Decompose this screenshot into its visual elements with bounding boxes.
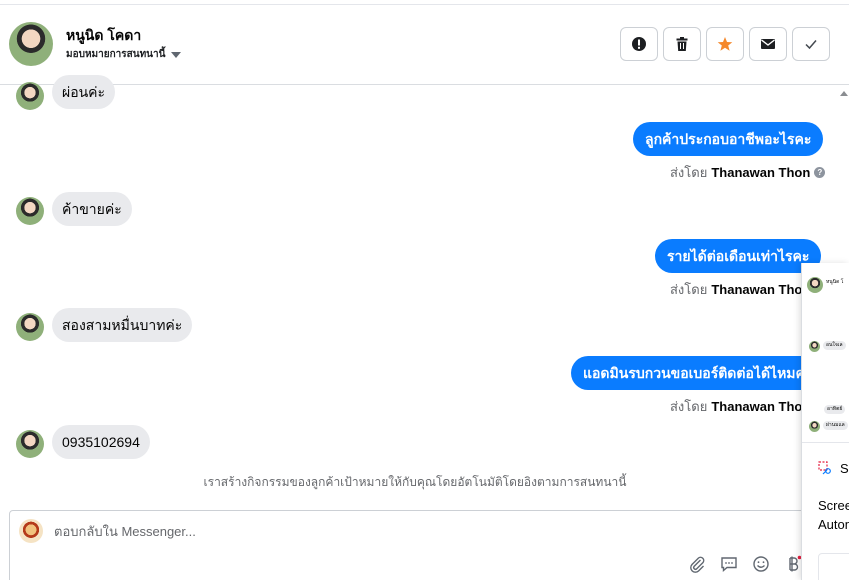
sent-by-label: ส่งโดย Thanawan Thon ? xyxy=(670,162,826,183)
scrollbar[interactable] xyxy=(837,85,849,265)
thumbnail-avatar xyxy=(809,421,820,432)
thumbnail-message: อาทิตย์ xyxy=(824,405,846,414)
sender-name: Thanawan Thon xyxy=(711,282,811,297)
side-preview-panel[interactable]: หนูนิด โ อนใจเล อาทิตย์ ผ่านมแล Sc Scree… xyxy=(801,263,849,580)
snipping-tool-icon xyxy=(818,461,831,475)
baht-icon xyxy=(789,555,802,572)
mark-done-button[interactable] xyxy=(792,27,830,61)
star-icon xyxy=(717,37,733,51)
sender-name: Thanawan Thon xyxy=(711,399,811,414)
contact-message-avatar xyxy=(16,430,44,458)
auto-activity-note: เราสร้างกิจกรรมของลูกค้าเป้าหมายให้กับคุ… xyxy=(203,475,627,489)
sent-by-prefix: ส่งโดย xyxy=(670,165,708,180)
header-actions xyxy=(620,27,830,61)
help-icon[interactable]: ? xyxy=(814,167,826,178)
sent-by-prefix: ส่งโดย xyxy=(670,399,708,414)
incoming-message[interactable]: ผ่อนค่ะ xyxy=(52,75,116,109)
notification-title: Sc xyxy=(840,461,849,476)
alert-circle-icon xyxy=(632,37,646,51)
sender-name: Thanawan Thon xyxy=(711,165,811,180)
caret-down-icon xyxy=(171,51,182,58)
thumbnail-avatar xyxy=(807,277,823,293)
composer-tools xyxy=(686,553,804,575)
emoji-button[interactable] xyxy=(750,553,772,575)
check-icon xyxy=(805,40,817,50)
notification-line: Autom xyxy=(818,517,849,532)
contact-name[interactable]: หนูนิด โคดา xyxy=(66,25,141,47)
smiley-icon xyxy=(753,556,769,572)
conversation-header: หนูนิด โคดา มอบหมายการสนทนานี้ xyxy=(0,5,849,85)
reply-input[interactable] xyxy=(54,524,654,539)
messenger-conversation-page: หนูนิด โคดา มอบหมายการสนทนานี้ ผ่อนค่ะ ล… xyxy=(0,0,849,580)
assign-label: มอบหมายการสนทนานี้ xyxy=(66,49,166,60)
incoming-message[interactable]: 0935102694 xyxy=(52,425,150,459)
outgoing-message[interactable]: รายได้ต่อเดือนเท่าไรคะ xyxy=(655,239,822,273)
paperclip-icon xyxy=(690,556,705,573)
incoming-message[interactable]: สองสามหมื่นบาทค่ะ xyxy=(52,308,193,342)
attach-button[interactable] xyxy=(686,553,708,575)
trash-icon xyxy=(676,37,688,51)
saved-replies-button[interactable] xyxy=(718,553,740,575)
thumbnail-message: ผ่านมแล xyxy=(823,421,848,430)
star-button[interactable] xyxy=(706,27,744,61)
thumbnail-avatar xyxy=(809,341,820,352)
mark-unread-button[interactable] xyxy=(749,27,787,61)
reply-composer xyxy=(9,510,809,580)
contact-message-avatar xyxy=(16,82,44,110)
contact-message-avatar xyxy=(16,197,44,225)
sent-by-prefix: ส่งโดย xyxy=(670,282,708,297)
thumbnail-name: หนูนิด โ xyxy=(826,279,844,285)
outgoing-message[interactable]: ลูกค้าประกอบอาชีพอะไรคะ xyxy=(633,122,824,156)
scroll-up-icon[interactable] xyxy=(840,91,848,96)
chat-bubble-icon xyxy=(721,557,737,573)
sent-by-label: ส่งโดย Thanawan Thon xyxy=(670,279,810,300)
report-button[interactable] xyxy=(620,27,658,61)
outgoing-message[interactable]: แอดมินรบกวนขอเบอร์ติดต่อได้ไหมคะ xyxy=(571,356,825,390)
sent-by-label: ส่งโดย Thanawan Thon xyxy=(670,396,810,417)
assign-conversation-dropdown[interactable]: มอบหมายการสนทนานี้ xyxy=(66,47,182,62)
contact-message-avatar xyxy=(16,313,44,341)
notification-line: Scree xyxy=(818,498,849,513)
delete-button[interactable] xyxy=(663,27,701,61)
notification-preview[interactable] xyxy=(818,553,849,580)
contact-avatar[interactable] xyxy=(9,22,53,66)
thumbnail-message: อนใจเล xyxy=(823,341,846,350)
page-avatar xyxy=(19,519,43,543)
envelope-icon xyxy=(761,39,775,49)
incoming-message[interactable]: ค้าขายค่ะ xyxy=(52,192,132,226)
message-thread: ผ่อนค่ะ ลูกค้าประกอบอาชีพอะไรคะ ส่งโดย T… xyxy=(0,75,849,510)
conversation-thumbnail[interactable]: หนูนิด โ อนใจเล อาทิตย์ ผ่านมแล xyxy=(802,263,849,443)
